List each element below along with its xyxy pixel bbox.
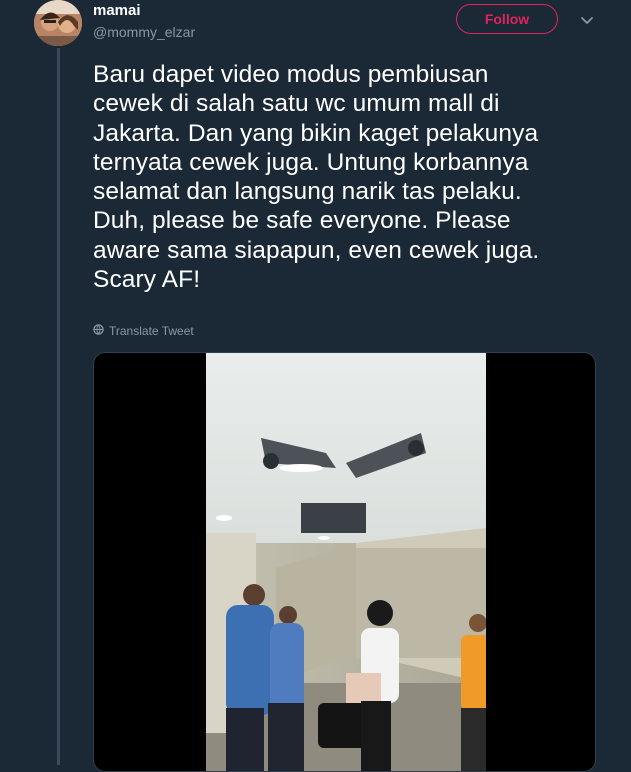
globe-icon <box>93 324 104 338</box>
tweet-line: Scary AF! <box>93 266 201 294</box>
tweet-line: Baru dapet video modus pembiusan <box>93 61 489 88</box>
follow-button[interactable]: Follow <box>456 4 558 34</box>
tweet-line: aware sama siapapun, even cewek juga. <box>93 236 540 264</box>
avatar[interactable] <box>34 0 82 46</box>
tweet-line: Duh, please be safe everyone. Please <box>93 207 511 235</box>
user-handle[interactable]: @mommy_elzar <box>93 23 195 41</box>
video-frame <box>206 353 489 771</box>
translate-label: Translate Tweet <box>109 324 194 338</box>
tweet-line: Jakarta. Dan yang bikin kaget pelakunya <box>93 119 539 147</box>
tweet-line: cewek di salah satu wc umum mall di <box>93 90 500 118</box>
video-player[interactable] <box>93 352 596 772</box>
display-name[interactable]: mamai <box>93 2 195 20</box>
translate-tweet-link[interactable]: Translate Tweet <box>93 324 194 338</box>
tweet-line: ternyata cewek juga. Untung korbannya <box>93 148 529 176</box>
tweet-text: Baru dapet video modus pembiusan cewek d… <box>93 60 603 294</box>
chevron-down-icon[interactable] <box>579 12 595 28</box>
tweet-line: selamat dan langsung narik tas pelaku. <box>93 178 522 206</box>
thread-line <box>57 48 60 765</box>
